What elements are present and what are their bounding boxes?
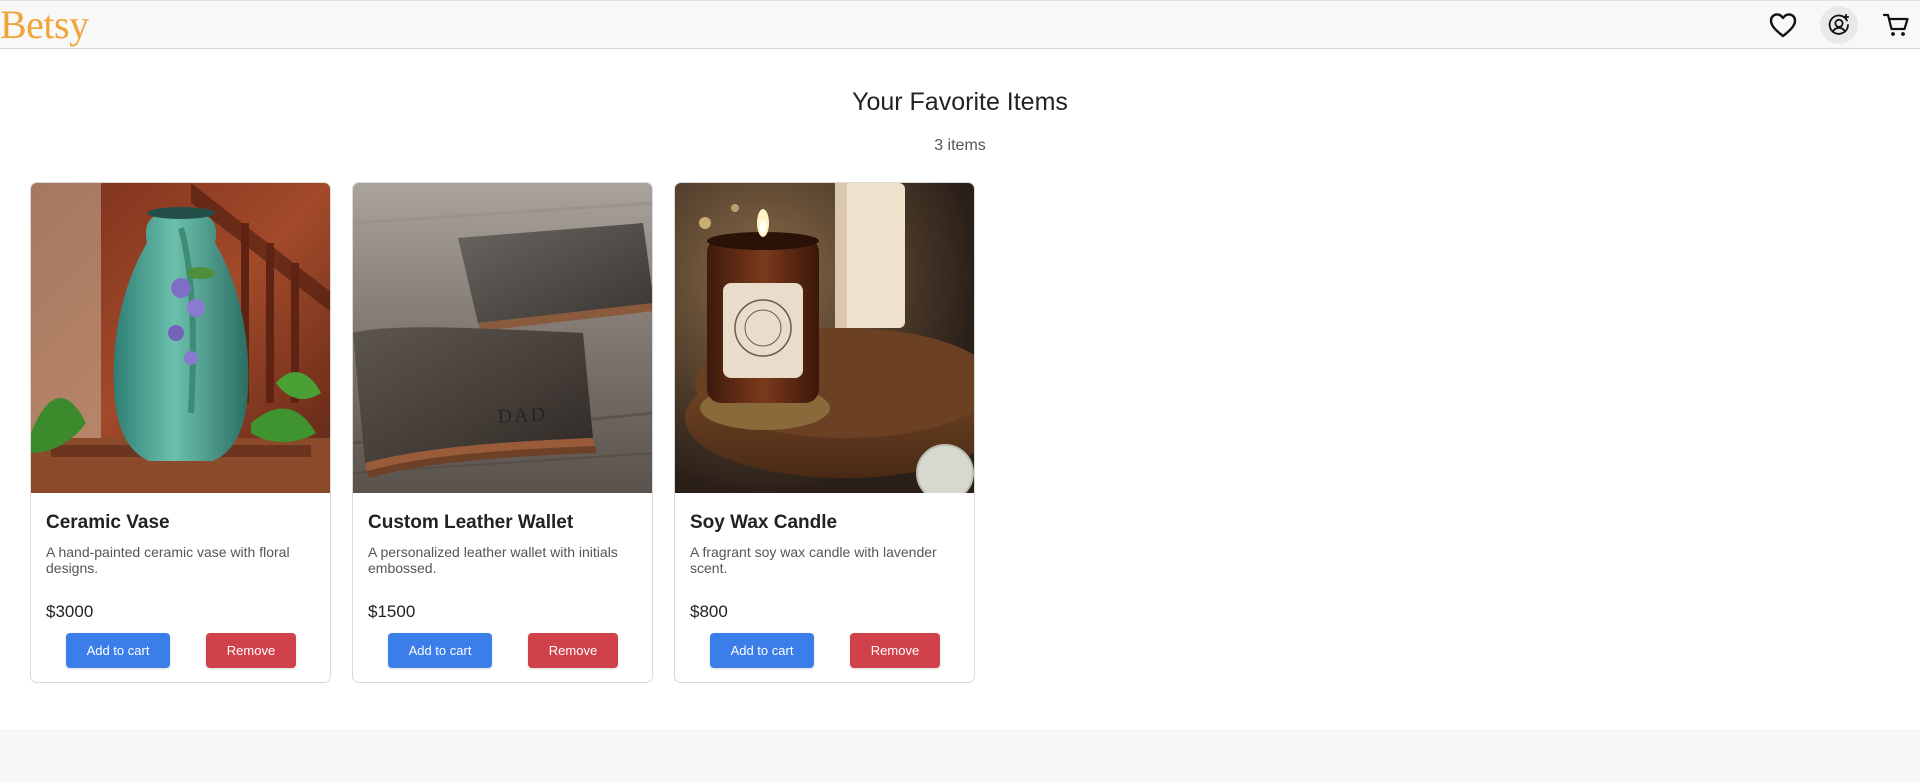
add-to-cart-button[interactable]: Add to cart xyxy=(710,633,814,668)
item-name: Custom Leather Wallet xyxy=(368,512,574,533)
footer xyxy=(0,729,1920,782)
wallet-emboss-text: DAD xyxy=(497,403,547,428)
remove-button[interactable]: Remove xyxy=(206,633,296,668)
product-image[interactable] xyxy=(675,183,974,493)
remove-button[interactable]: Remove xyxy=(528,633,618,668)
cart-icon[interactable] xyxy=(1877,6,1915,44)
product-image[interactable]: DAD xyxy=(353,183,652,493)
item-count: 3 items xyxy=(934,137,986,154)
favorite-item-card: DAD Custom Leather Wallet A personalized… xyxy=(352,182,653,683)
item-name: Ceramic Vase xyxy=(46,512,170,533)
item-name: Soy Wax Candle xyxy=(690,512,838,533)
page-title: Your Favorite Items xyxy=(852,88,1068,116)
item-price: $800 xyxy=(690,602,728,621)
item-description: A fragrant soy wax candle with lavender … xyxy=(690,544,937,576)
product-image[interactable] xyxy=(31,183,330,493)
add-to-cart-button[interactable]: Add to cart xyxy=(388,633,492,668)
add-to-cart-button[interactable]: Add to cart xyxy=(66,633,170,668)
heart-icon[interactable] xyxy=(1764,6,1802,44)
item-price: $3000 xyxy=(46,602,94,621)
favorite-item-card: Soy Wax Candle A fragrant soy wax candle… xyxy=(674,182,975,683)
remove-button[interactable]: Remove xyxy=(850,633,940,668)
top-navbar: Betsy xyxy=(0,0,1920,49)
item-price: $1500 xyxy=(368,602,416,621)
item-description: A personalized leather wallet with initi… xyxy=(368,544,618,576)
item-description: A hand-painted ceramic vase with floral … xyxy=(46,544,290,576)
logo[interactable]: Betsy xyxy=(0,3,89,47)
favorite-item-card: Ceramic Vase A hand-painted ceramic vase… xyxy=(30,182,331,683)
user-icon[interactable] xyxy=(1820,6,1858,44)
